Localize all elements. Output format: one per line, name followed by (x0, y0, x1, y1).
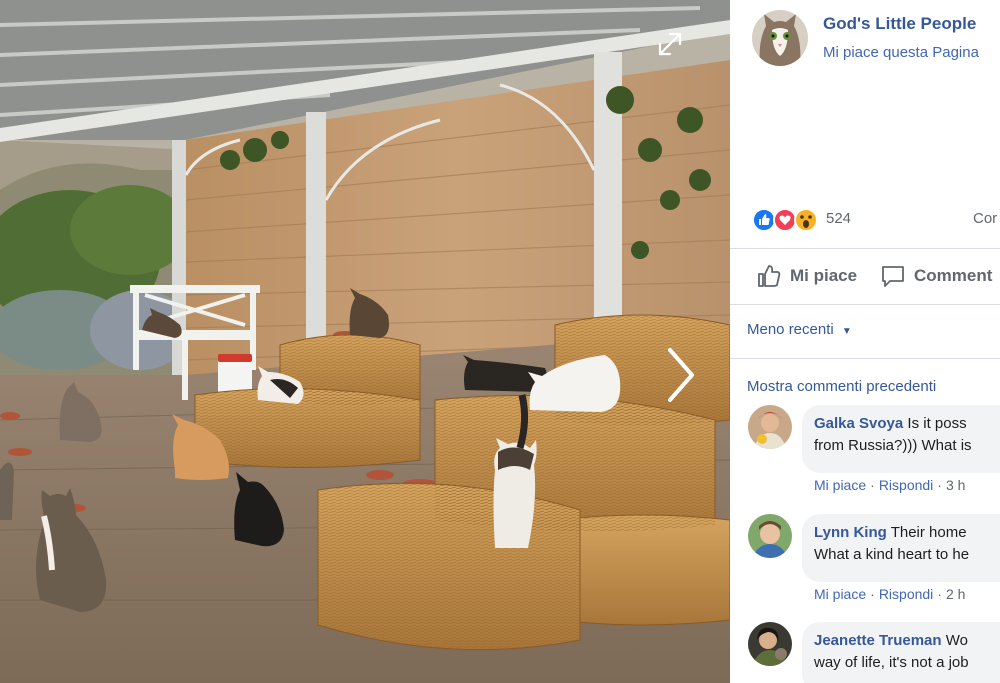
wow-reaction-icon (794, 208, 818, 232)
comment-text-line: What a kind heart to he (814, 546, 970, 563)
comment-author[interactable]: Jeanette Trueman (814, 632, 942, 649)
expand-icon[interactable] (656, 30, 684, 58)
love-reaction-icon (773, 208, 797, 232)
comment-button[interactable]: Comment (880, 258, 992, 294)
comment-text-line: Wo (945, 632, 968, 649)
comment-actions: Mi piace · Rispondi · 2 h (814, 586, 965, 602)
comment-text-line: way of life, it's not a job (814, 654, 969, 671)
like-button-label: Mi piace (790, 266, 858, 285)
comment-sort-dropdown[interactable]: Meno recenti ▼ (747, 321, 852, 338)
commenter-avatar[interactable] (748, 622, 792, 666)
divider (730, 304, 1000, 305)
post-side-panel: God's Little People Mi piace questa Pagi… (730, 0, 1000, 683)
reactions-summary[interactable] (752, 206, 822, 234)
separator-dot: · (937, 477, 942, 493)
separator-dot: · (937, 586, 942, 602)
post-photo (0, 0, 730, 683)
comment-reply-link[interactable]: Rispondi (879, 586, 933, 602)
comments-count[interactable]: Cor (973, 210, 997, 227)
comment-timestamp[interactable]: 3 h (946, 477, 965, 493)
like-button[interactable]: Mi piace (756, 258, 857, 294)
comment-text-line: Is it poss (907, 415, 967, 432)
comment-text-line: from Russia?))) What is (814, 437, 972, 454)
separator-dot: · (870, 477, 875, 493)
comment-bubble: Galka Svoya Is it poss from Russia?))) W… (802, 405, 1000, 473)
comment-sort-label: Meno recenti (747, 321, 834, 338)
comment-icon (882, 266, 904, 287)
thumbs-up-icon (758, 265, 781, 287)
comment-button-label: Comment (914, 266, 993, 285)
page-name[interactable]: God's Little People (823, 14, 976, 34)
comment-text-line: Their home (890, 524, 967, 541)
divider (730, 358, 1000, 359)
comment-bubble: Jeanette Trueman Wo way of life, it's no… (802, 622, 1000, 683)
commenter-avatar[interactable] (748, 405, 792, 449)
commenter-avatar[interactable] (748, 514, 792, 558)
divider (730, 248, 1000, 249)
page-avatar[interactable] (752, 10, 808, 66)
comment-reply-link[interactable]: Rispondi (879, 477, 933, 493)
comment-like-link[interactable]: Mi piace (814, 477, 866, 493)
comment-timestamp[interactable]: 2 h (946, 586, 965, 602)
comment-bubble: Lynn King Their home What a kind heart t… (802, 514, 1000, 582)
show-previous-comments-link[interactable]: Mostra commenti precedenti (747, 378, 936, 395)
reaction-count[interactable]: 524 (826, 210, 851, 227)
comment-actions: Mi piace · Rispondi · 3 h (814, 477, 965, 493)
comment-author[interactable]: Galka Svoya (814, 415, 903, 432)
page-like-status[interactable]: Mi piace questa Pagina (823, 44, 979, 61)
like-reaction-icon (752, 208, 776, 232)
separator-dot: · (870, 586, 875, 602)
caret-down-icon: ▼ (841, 326, 852, 337)
comment-author[interactable]: Lynn King (814, 524, 887, 541)
photo-viewer[interactable] (0, 0, 730, 683)
comment-like-link[interactable]: Mi piace (814, 586, 866, 602)
chevron-right-icon[interactable] (660, 345, 700, 405)
post-actions: Mi piace Comment (730, 258, 1000, 294)
